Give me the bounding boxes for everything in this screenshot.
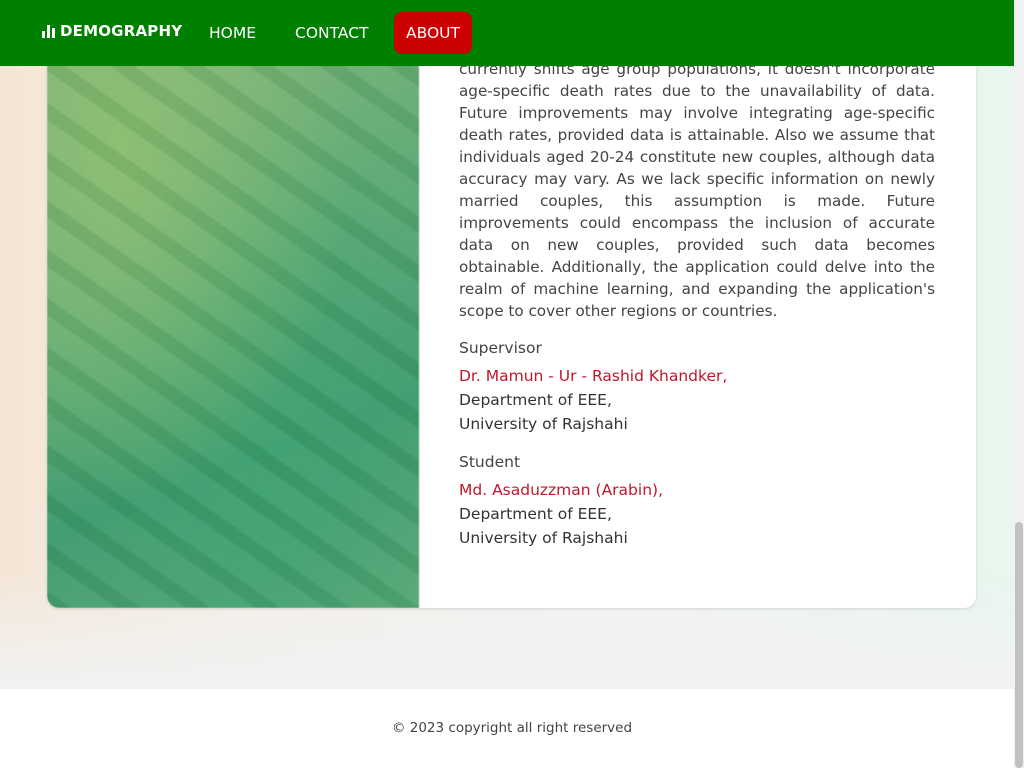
about-card: currently shifts age group populations, … — [47, 40, 976, 608]
brand-logo[interactable]: DEMOGRAPHY — [42, 22, 182, 40]
supervisor-label: Supervisor — [459, 339, 542, 357]
about-image — [47, 40, 419, 608]
footer: © 2023 copyright all right reserved — [0, 689, 1014, 768]
about-content: currently shifts age group populations, … — [459, 58, 935, 550]
nav-about[interactable]: ABOUT — [394, 12, 472, 54]
about-paragraph: currently shifts age group populations, … — [459, 60, 935, 320]
navbar: DEMOGRAPHY HOME CONTACT ABOUT — [0, 0, 1014, 66]
supervisor-university: University of Rajshahi — [459, 415, 628, 433]
scrollbar-thumb[interactable] — [1015, 522, 1023, 768]
supervisor-name: Dr. Mamun - Ur - Rashid Khandker, — [459, 367, 728, 385]
copyright-text: © 2023 copyright all right reserved — [391, 720, 633, 736]
page-scrollbar[interactable] — [1014, 0, 1024, 768]
student-name: Md. Asaduzzman (Arabin), — [459, 481, 663, 499]
student-label: Student — [459, 453, 521, 471]
nav-home[interactable]: HOME — [197, 12, 268, 54]
student-department: Department of EEE, — [459, 505, 612, 523]
supervisor-department: Department of EEE, — [459, 391, 612, 409]
student-university: University of Rajshahi — [459, 529, 628, 547]
brand-label: DEMOGRAPHY — [60, 22, 183, 40]
bar-chart-icon — [42, 24, 55, 38]
nav-contact[interactable]: CONTACT — [283, 12, 381, 54]
